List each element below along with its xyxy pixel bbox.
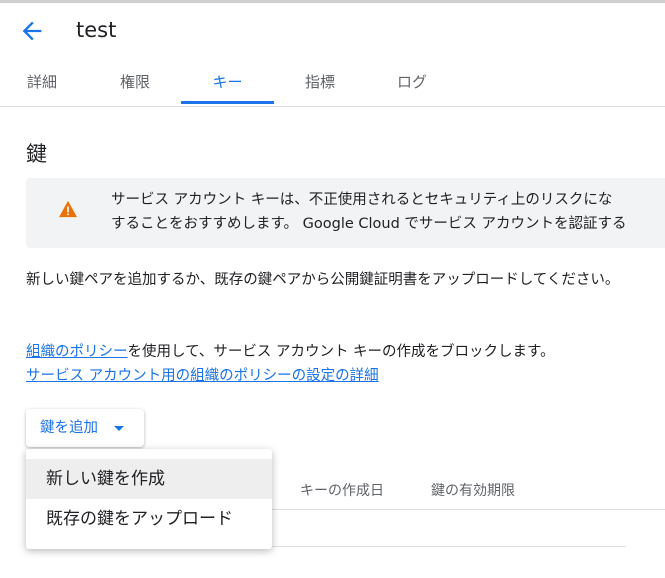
top-bar: test bbox=[0, 0, 665, 58]
warning-line-1: サービス アカウント キーは、不正使用されるとセキュリティ上のリスクにな bbox=[111, 192, 613, 208]
policy-sentence: を使用して、サービス アカウント キーの作成をブロックします。 bbox=[127, 344, 555, 360]
page-title: test bbox=[76, 18, 117, 42]
description-text: 新しい鍵ペアを追加するか、既存の鍵ペアから公開鍵証明書をアップロードしてください… bbox=[26, 272, 620, 288]
tab-details[interactable]: 詳細 bbox=[14, 58, 70, 106]
menu-item-create-new-key[interactable]: 新しい鍵を作成 bbox=[26, 459, 272, 499]
arrow-left-icon bbox=[22, 21, 42, 41]
column-created: キーの作成日 bbox=[300, 483, 384, 499]
add-key-button[interactable]: 鍵を追加 bbox=[26, 409, 144, 447]
active-tab-indicator bbox=[181, 101, 274, 104]
org-policy-link[interactable]: 組織のポリシー bbox=[26, 344, 128, 360]
policy-text: 組織のポリシーを使用して、サービス アカウント キーの作成をブロックします。 サ… bbox=[26, 340, 555, 388]
section-title: 鍵 bbox=[26, 142, 47, 166]
menu-item-upload-existing-key[interactable]: 既存の鍵をアップロード bbox=[26, 499, 272, 539]
warning-line-2: することをおすすめします。 Google Cloud でサービス アカウントを認… bbox=[111, 216, 627, 232]
add-key-label: 鍵を追加 bbox=[40, 420, 98, 436]
org-policy-details-link[interactable]: サービス アカウント用の組織のポリシーの設定の詳細 bbox=[26, 368, 379, 384]
tab-logs[interactable]: ログ bbox=[384, 58, 440, 106]
tab-bar: 詳細 権限 キー 指標 ログ bbox=[0, 58, 665, 107]
warning-banner: サービス アカウント キーは、不正使用されるとセキュリティ上のリスクにな するこ… bbox=[26, 178, 665, 248]
warning-icon bbox=[59, 200, 77, 218]
back-button[interactable] bbox=[18, 17, 46, 45]
tab-metrics[interactable]: 指標 bbox=[292, 58, 348, 106]
caret-down-icon bbox=[114, 426, 124, 431]
add-key-menu: 新しい鍵を作成 既存の鍵をアップロード bbox=[26, 449, 272, 549]
tab-permissions[interactable]: 権限 bbox=[107, 58, 163, 106]
warning-text: サービス アカウント キーは、不正使用されるとセキュリティ上のリスクにな するこ… bbox=[111, 188, 627, 236]
tab-keys[interactable]: キー bbox=[181, 58, 274, 106]
column-expires: 鍵の有効期限 bbox=[431, 483, 515, 499]
